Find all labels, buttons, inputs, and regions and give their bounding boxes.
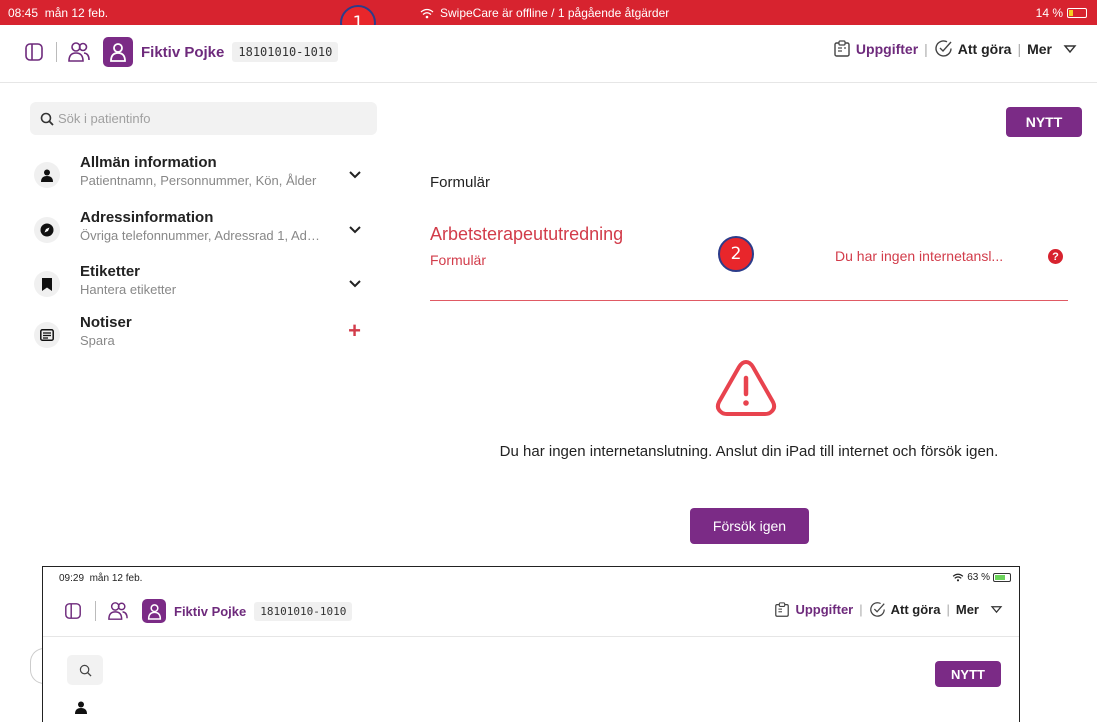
note-icon: [34, 322, 60, 348]
compass-icon: [34, 217, 60, 243]
check-circle-icon: [935, 40, 952, 57]
offline-message: Du har ingen internetanslutning. Anslut …: [499, 443, 999, 460]
chevron-down-icon[interactable]: [349, 166, 361, 184]
offline-status: SwipeCare är offline / 1 pågående åtgärd…: [420, 6, 669, 20]
inset-header: Fiktiv Pojke 18101010-1010 Uppgifter | A…: [43, 591, 1019, 637]
wifi-icon: [420, 8, 434, 18]
patient-header: Fiktiv Pojke 18101010-1010 Uppgifter | A…: [0, 25, 1097, 83]
new-button[interactable]: NYTT: [935, 661, 1001, 687]
sidebar-item-subtitle: Hantera etiketter: [80, 282, 177, 297]
status-bar: 08:45 mån 12 feb. SwipeCare är offline /…: [0, 0, 1097, 25]
wifi-icon: [952, 573, 964, 582]
search-icon: [40, 112, 54, 126]
search-icon: [79, 664, 92, 677]
patient-avatar[interactable]: [103, 37, 133, 67]
annotation-marker-2: 2: [718, 236, 754, 272]
tasks-icon: [775, 601, 790, 617]
sidebar-item-title: Allmän information: [80, 154, 217, 171]
att-gora-button[interactable]: Att göra: [934, 39, 1011, 58]
form-subtitle: Formulär: [430, 252, 487, 268]
chevron-down-icon[interactable]: [349, 221, 361, 239]
sidebar-item-allman-information[interactable]: Allmän information Patientnamn, Personnu…: [34, 154, 379, 204]
new-button[interactable]: NYTT: [1006, 107, 1082, 137]
sidebar-item-subtitle: Patientnamn, Personnummer, Kön, Ålder: [80, 173, 317, 188]
sidebar-item-subtitle: Spara: [80, 333, 115, 348]
chevron-down-icon: [1063, 44, 1077, 53]
connection-error-text: Du har ingen internetansl...: [835, 248, 1004, 264]
tasks-icon: [834, 39, 850, 57]
inset-battery: 63 %: [952, 572, 1011, 583]
form-title[interactable]: Arbetsterapeututredning: [430, 224, 623, 245]
sidebar-item-title: Etiketter: [80, 263, 141, 280]
patient-name[interactable]: Fiktiv Pojke: [174, 604, 246, 619]
check-circle-icon: [869, 602, 885, 617]
sidebar-toggle-icon[interactable]: [22, 40, 46, 64]
sidebar-toggle-icon[interactable]: [61, 599, 85, 623]
sidebar-item-etiketter[interactable]: Etiketter Hantera etiketter: [34, 263, 379, 313]
person-icon: [34, 162, 60, 188]
personnummer: 18101010-1010: [232, 42, 339, 62]
person-icon: [75, 701, 87, 719]
add-note-button[interactable]: +: [348, 318, 361, 344]
battery-icon: [1067, 8, 1087, 18]
uppgifter-button[interactable]: Uppgifter: [774, 601, 853, 618]
patient-name[interactable]: Fiktiv Pojke: [141, 44, 224, 61]
offline-message: SwipeCare är offline / 1 pågående åtgärd…: [440, 6, 670, 20]
help-icon[interactable]: ?: [1048, 249, 1063, 264]
battery-icon: [993, 573, 1011, 582]
bookmark-icon: [34, 271, 60, 297]
warning-icon: [714, 358, 778, 423]
mer-menu[interactable]: Mer: [1027, 41, 1077, 57]
patient-avatar[interactable]: [142, 599, 166, 623]
sidebar-item-subtitle: Övriga telefonnummer, Adressrad 1, Adres…: [80, 228, 320, 243]
personnummer: 18101010-1010: [254, 601, 353, 621]
inset-screenshot: 09:29 mån 12 feb. 63 % Fiktiv Pojke 1810…: [42, 566, 1020, 722]
patients-icon[interactable]: [67, 40, 91, 64]
status-time: 08:45 mån 12 feb.: [8, 6, 109, 20]
uppgifter-button[interactable]: Uppgifter: [833, 39, 918, 58]
search-button[interactable]: [67, 655, 103, 685]
sidebar-item-adressinformation[interactable]: Adressinformation Övriga telefonnummer, …: [34, 209, 379, 259]
sidebar-item-title: Adressinformation: [80, 209, 214, 226]
chevron-down-icon[interactable]: [349, 275, 361, 293]
sidebar-item-notiser[interactable]: Notiser Spara +: [34, 314, 379, 364]
inset-status-bar: 09:29 mån 12 feb. 63 %: [43, 567, 1019, 587]
section-heading: Formulär: [430, 174, 491, 191]
sidebar-item-title: Notiser: [80, 314, 132, 331]
search-placeholder: Sök i patientinfo: [58, 111, 151, 126]
divider: [430, 300, 1068, 301]
divider: [56, 42, 57, 62]
att-gora-button[interactable]: Att göra: [869, 601, 940, 618]
battery-status: 14 %: [1036, 6, 1087, 20]
chevron-down-icon: [990, 606, 1003, 614]
retry-button[interactable]: Försök igen: [690, 508, 809, 544]
patients-icon[interactable]: [106, 599, 130, 623]
mer-menu[interactable]: Mer: [956, 602, 1003, 617]
patient-search-input[interactable]: Sök i patientinfo: [30, 102, 377, 135]
